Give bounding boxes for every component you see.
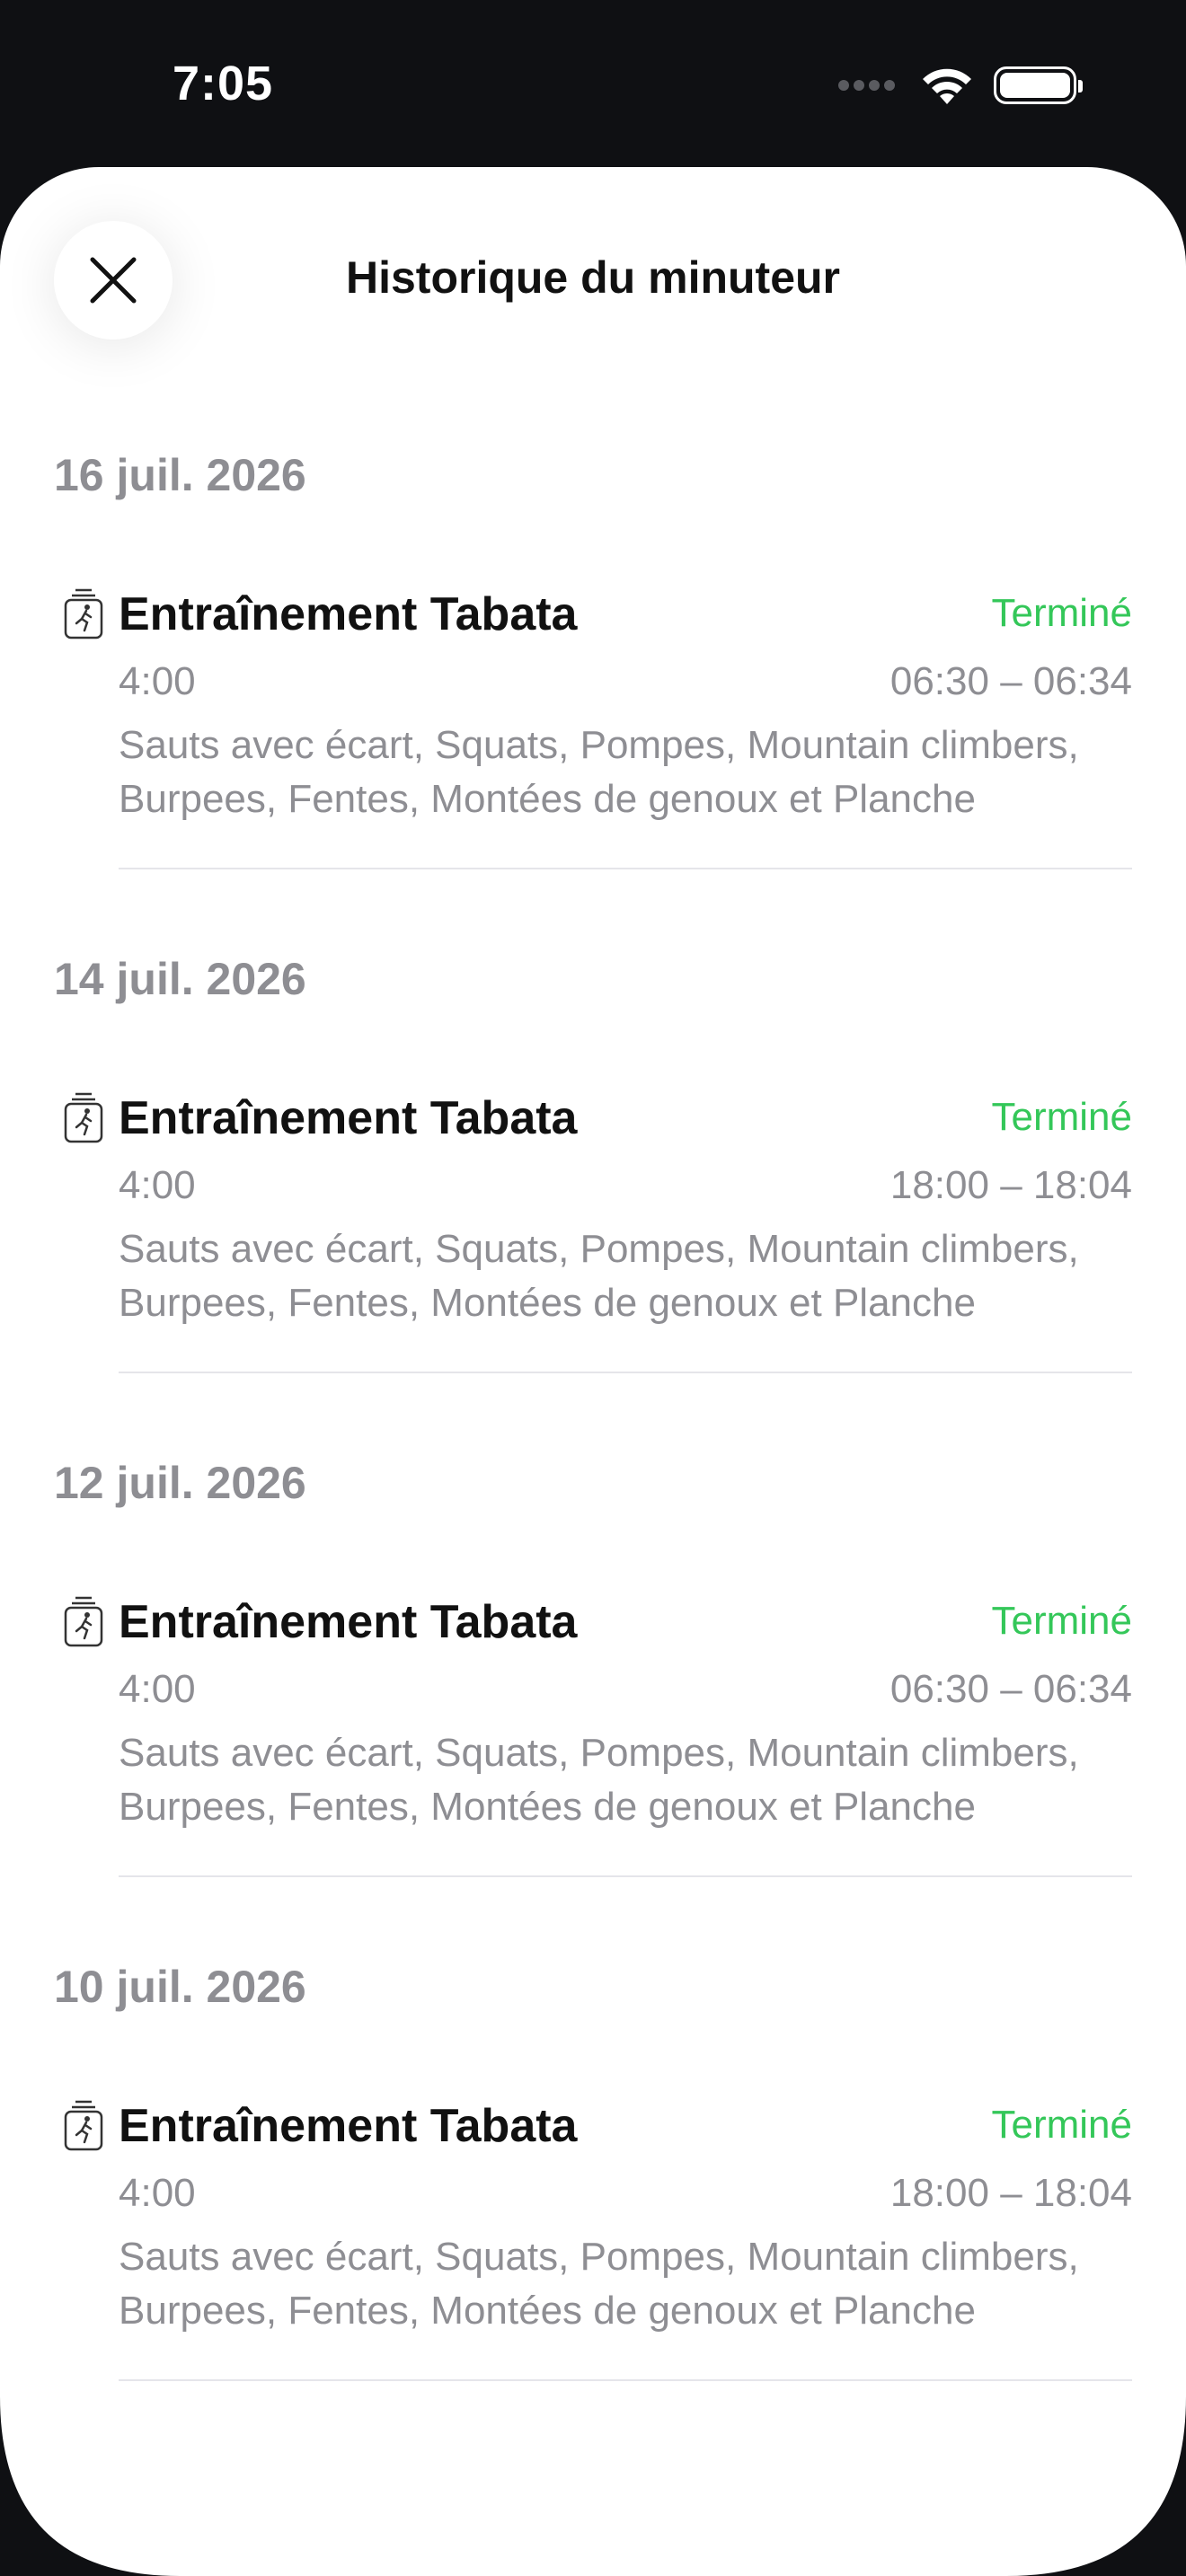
date-group: 10 juil. 2026 Entraînement Tabata Termin… xyxy=(0,1948,1186,2452)
status-icons xyxy=(838,65,1083,106)
status-time: 7:05 xyxy=(173,57,274,110)
status-badge: Terminé xyxy=(991,2103,1133,2147)
entry-duration: 4:00 xyxy=(119,2171,196,2215)
timer-workout-icon xyxy=(64,588,103,640)
timer-workout-icon xyxy=(64,1092,103,1143)
history-sheet: Historique du minuteur 16 juil. 2026 Ent… xyxy=(0,167,1186,2576)
entry-exercises: Sauts avec écart, Squats, Pompes, Mounta… xyxy=(119,1227,1079,1325)
date-header: 12 juil. 2026 xyxy=(54,1458,306,1508)
entry-exercises: Sauts avec écart, Squats, Pompes, Mounta… xyxy=(119,723,1079,821)
divider xyxy=(119,1875,1132,1877)
date-header: 10 juil. 2026 xyxy=(54,1962,306,2012)
divider xyxy=(119,868,1132,869)
entry-duration: 4:00 xyxy=(119,1667,196,1711)
status-badge: Terminé xyxy=(991,1599,1133,1643)
screen-corner-mask xyxy=(0,2396,1186,2576)
page-title: Historique du minuteur xyxy=(346,252,840,303)
history-list[interactable]: 16 juil. 2026 Entraînement Tabata Termin… xyxy=(0,437,1186,2452)
entry-time-range: 06:30 – 06:34 xyxy=(890,1667,1132,1711)
date-group: 12 juil. 2026 Entraînement Tabata Termin… xyxy=(0,1444,1186,1948)
cellular-signal-icon xyxy=(838,80,895,91)
entry-title: Entraînement Tabata xyxy=(119,1596,578,1648)
divider xyxy=(119,1372,1132,1373)
date-header: 16 juil. 2026 xyxy=(54,450,306,500)
entry-time-range: 18:00 – 18:04 xyxy=(890,2171,1132,2215)
entry-title: Entraînement Tabata xyxy=(119,1092,578,1144)
entry-title: Entraînement Tabata xyxy=(119,588,578,640)
entry-title: Entraînement Tabata xyxy=(119,2100,578,2152)
divider xyxy=(119,2379,1132,2381)
wifi-icon xyxy=(923,68,971,104)
timer-workout-icon xyxy=(64,1596,103,1647)
entry-exercises: Sauts avec écart, Squats, Pompes, Mounta… xyxy=(119,2235,1079,2333)
entry-time-range: 18:00 – 18:04 xyxy=(890,1163,1132,1207)
status-badge: Terminé xyxy=(991,1095,1133,1139)
date-header: 14 juil. 2026 xyxy=(54,954,306,1004)
entry-time-range: 06:30 – 06:34 xyxy=(890,659,1132,703)
date-group: 16 juil. 2026 Entraînement Tabata Termin… xyxy=(0,437,1186,940)
timer-workout-icon xyxy=(64,2100,103,2151)
status-badge: Terminé xyxy=(991,591,1133,635)
entry-duration: 4:00 xyxy=(119,659,196,703)
entry-exercises: Sauts avec écart, Squats, Pompes, Mounta… xyxy=(119,1731,1079,1829)
battery-icon xyxy=(994,66,1083,104)
entry-duration: 4:00 xyxy=(119,1163,196,1207)
status-bar: 7:05 xyxy=(0,0,1186,167)
date-group: 14 juil. 2026 Entraînement Tabata Termin… xyxy=(0,940,1186,1444)
